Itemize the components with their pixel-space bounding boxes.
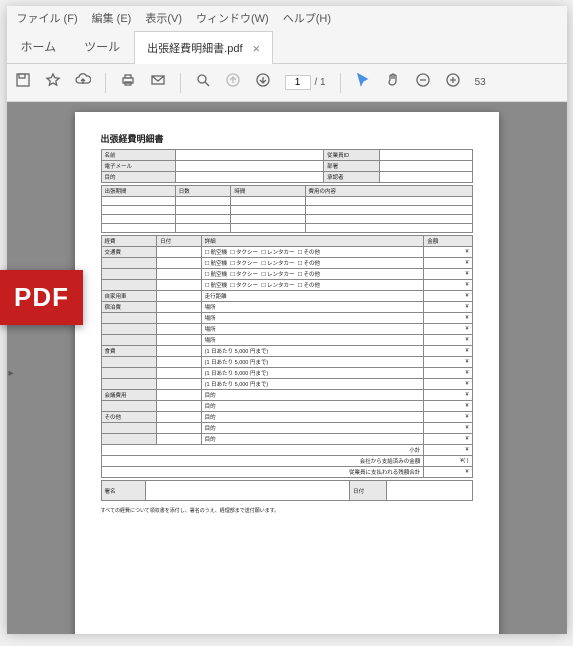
next-page-icon[interactable] [255,72,271,93]
select-tool-icon[interactable] [355,72,371,93]
page-total: / 1 [315,77,326,88]
doc-title: 出張経費明細書 [101,132,473,145]
menu-window[interactable]: ウィンドウ(W) [196,10,269,26]
period-table: 出張期間日数時間費用の内容 [101,185,473,233]
zoom-in-icon[interactable] [445,72,461,93]
separator [180,73,181,93]
hand-tool-icon[interactable] [385,72,401,93]
star-icon[interactable] [45,72,61,93]
cloud-upload-icon[interactable] [75,72,91,93]
tab-document-label: 出張経費明細書.pdf [147,40,242,56]
save-icon[interactable] [15,72,31,93]
tab-close-icon[interactable]: × [253,41,261,56]
zoom-percent: 53 [475,77,486,88]
tab-home[interactable]: ホーム [7,30,71,63]
footnote: すべての経費について領収書を添付し、署名のうえ、経理部まで送付願います。 [101,507,473,514]
expense-table: 経費日付詳細金額 交通費航空機タクシーレンタカーその他¥ 航空機タクシーレンタカ… [101,235,473,478]
separator [105,73,106,93]
document-viewer: ▸ 出張経費明細書 名前従業員ID 電子メール部署 目的承認者 出張期間日数時間… [7,102,567,634]
search-icon[interactable] [195,72,211,93]
menu-file[interactable]: ファイル (F) [17,10,78,26]
header-table: 名前従業員ID 電子メール部署 目的承認者 [101,149,473,183]
mail-icon[interactable] [150,72,166,93]
menu-edit[interactable]: 編集 (E) [92,10,132,26]
page-current-input[interactable] [285,75,311,90]
print-icon[interactable] [120,72,136,93]
menu-bar: ファイル (F) 編集 (E) 表示(V) ウィンドウ(W) ヘルプ(H) [7,6,567,30]
page-indicator: / 1 [285,75,326,90]
menu-help[interactable]: ヘルプ(H) [283,10,331,26]
tab-tool[interactable]: ツール [70,30,134,63]
zoom-out-icon[interactable] [415,72,431,93]
document-page: 出張経費明細書 名前従業員ID 電子メール部署 目的承認者 出張期間日数時間費用… [75,112,499,634]
prev-page-icon[interactable] [225,72,241,93]
tab-document[interactable]: 出張経費明細書.pdf × [134,31,273,64]
separator [340,73,341,93]
toolbar: / 1 53 [7,64,567,102]
panel-toggle-icon[interactable]: ▸ [9,368,17,384]
tab-bar: ホーム ツール 出張経費明細書.pdf × [7,30,567,64]
signature-table: 署名日付 [101,480,473,501]
app-window: ファイル (F) 編集 (E) 表示(V) ウィンドウ(W) ヘルプ(H) ホー… [7,6,567,632]
pdf-badge: PDF [0,270,83,325]
menu-view[interactable]: 表示(V) [145,10,182,26]
